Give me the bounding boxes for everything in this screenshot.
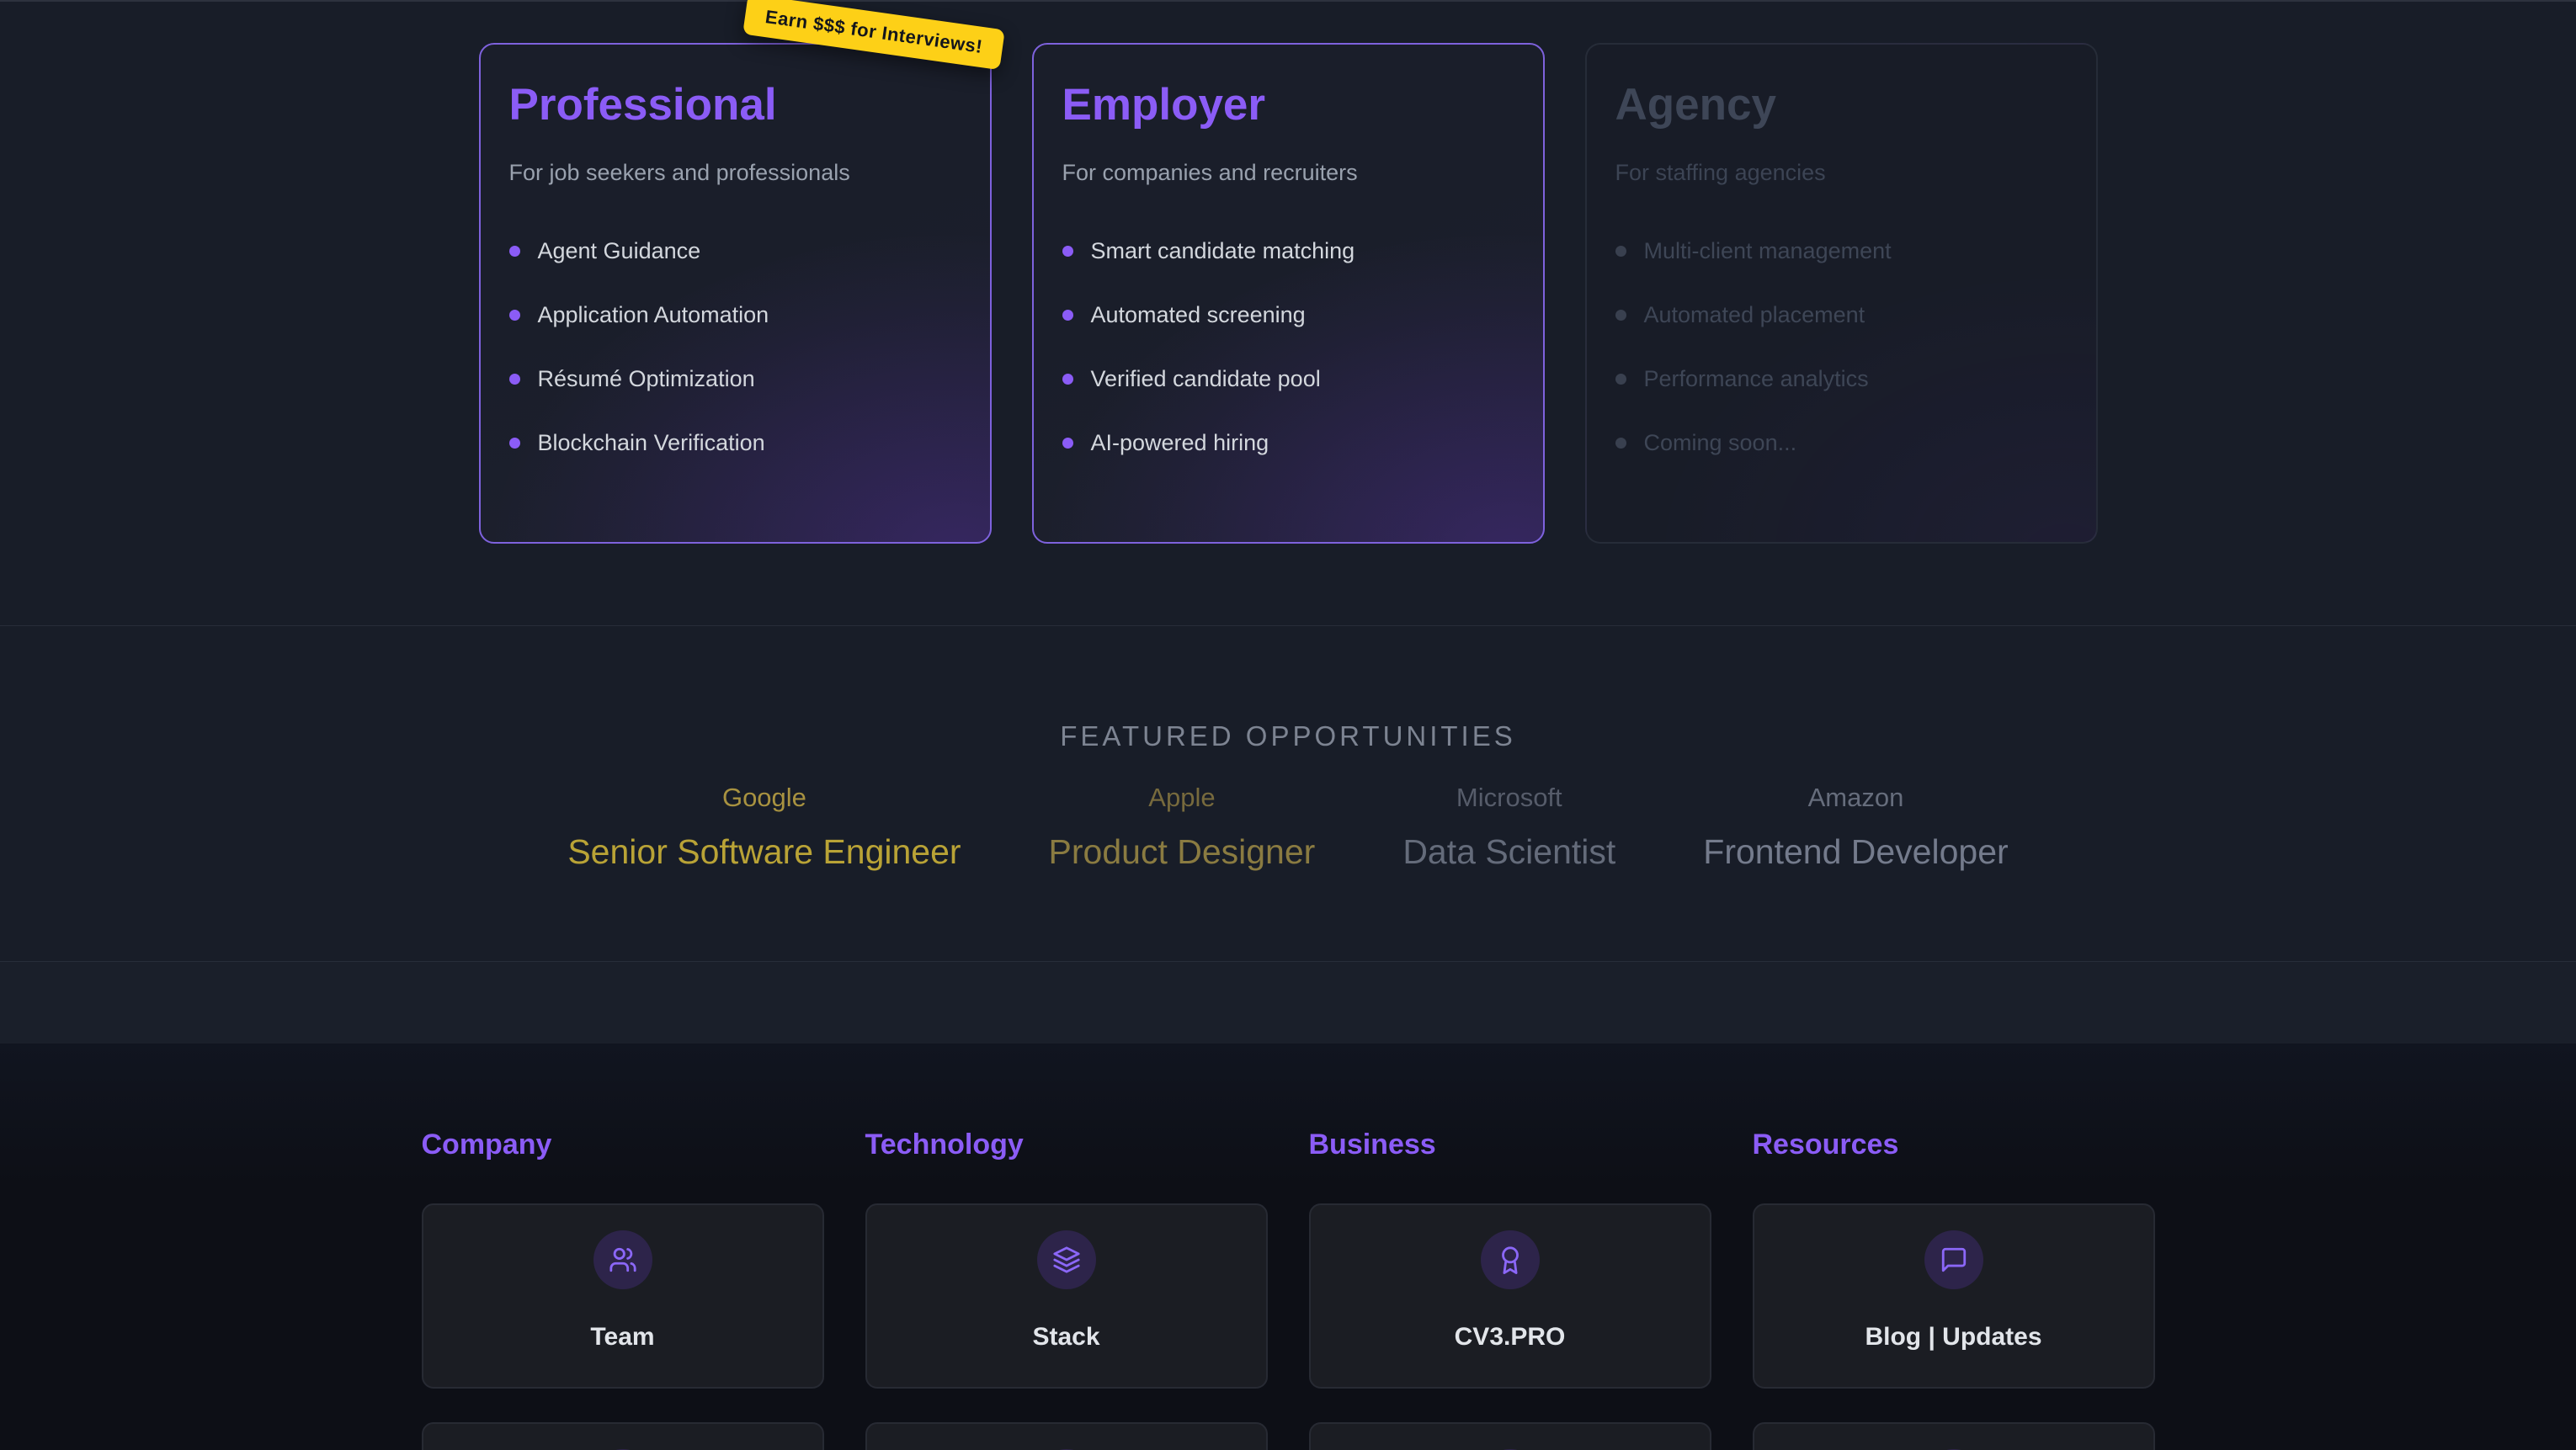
footer-link-team[interactable]: Team [422,1203,824,1389]
plan-feature-label: Agent Guidance [538,238,701,264]
bullet-dot-icon [1062,246,1073,257]
bullet-dot-icon [1062,438,1073,449]
plan-feature: Performance analytics [1615,366,2068,392]
bullet-dot-icon [1615,246,1626,257]
featured-opportunities-section: FEATURED OPPORTUNITIES Google Senior Sof… [0,626,2576,962]
plan-feature-label: Verified candidate pool [1091,366,1321,392]
plan-card-professional[interactable]: Professional For job seekers and profess… [479,43,992,544]
bullet-dot-icon [1062,374,1073,385]
featured-heading: FEATURED OPPORTUNITIES [0,626,2576,752]
footer-col-company: Company Team [422,1128,824,1389]
footer-link-card[interactable] [422,1422,824,1450]
footer-link-blog[interactable]: Blog | Updates [1753,1203,2155,1389]
featured-jobs-row: Google Senior Software Engineer Apple Pr… [0,783,2576,872]
featured-job-google[interactable]: Google Senior Software Engineer [567,783,961,872]
plan-feature: Automated screening [1062,302,1514,328]
icon-circle [1481,1230,1540,1289]
bullet-dot-icon [1615,374,1626,385]
job-role: Product Designer [1049,831,1316,872]
featured-job-apple[interactable]: Apple Product Designer [1049,783,1316,872]
layers-icon [1052,1246,1081,1274]
plan-feature-label: Application Automation [538,302,769,328]
plan-feature: Multi-client management [1615,238,2068,264]
footer-columns: Company Team Technology [0,1128,2576,1389]
footer-col-heading: Company [422,1128,824,1161]
users-icon [609,1246,637,1274]
plan-title: Professional [509,80,961,131]
bullet-dot-icon [1615,438,1626,449]
plan-feature-label: Smart candidate matching [1091,238,1355,264]
top-divider [0,0,2576,2]
plan-title: Employer [1062,80,1514,131]
plan-feature: Application Automation [509,302,961,328]
empty-ticker-strip [0,962,2576,1044]
bullet-dot-icon [1615,310,1626,321]
bullet-dot-icon [509,310,520,321]
plan-feature-label: Performance analytics [1644,366,1869,392]
icon-circle [1924,1230,1983,1289]
bullet-dot-icon [509,246,520,257]
job-role: Senior Software Engineer [567,831,961,872]
footer-links-row-2 [0,1422,2576,1450]
plan-feature: Résumé Optimization [509,366,961,392]
footer-link-stack[interactable]: Stack [865,1203,1268,1389]
plan-feature: Smart candidate matching [1062,238,1514,264]
footer-link-label: Team [590,1323,654,1352]
footer-link-label: Blog | Updates [1865,1323,2041,1352]
job-company: Microsoft [1402,783,1615,813]
icon-circle [593,1230,652,1289]
plan-feature-label: Automated screening [1091,302,1306,328]
landing-page: Earn $$$ for Interviews! Professional Fo… [0,0,2576,1450]
plan-cards-row: Professional For job seekers and profess… [0,0,2576,544]
plan-feature: AI-powered hiring [1062,430,1514,456]
plan-feature-list: Multi-client management Automated placem… [1615,238,2068,456]
plan-feature: Blockchain Verification [509,430,961,456]
plan-feature: Verified candidate pool [1062,366,1514,392]
award-icon [1496,1246,1525,1274]
plan-feature: Coming soon... [1615,430,2068,456]
pricing-plans-section: Earn $$$ for Interviews! Professional Fo… [0,0,2576,626]
plan-feature-label: Coming soon... [1644,430,1797,456]
footer-col-heading: Business [1309,1128,1711,1161]
job-role: Data Scientist [1402,831,1615,872]
footer-link-cv3pro[interactable]: CV3.PRO [1309,1203,1711,1389]
job-company: Google [567,783,961,813]
featured-job-amazon[interactable]: Amazon Frontend Developer [1703,783,2008,872]
bullet-dot-icon [1062,310,1073,321]
job-company: Apple [1049,783,1316,813]
plan-feature: Agent Guidance [509,238,961,264]
plan-feature-list: Smart candidate matching Automated scree… [1062,238,1514,456]
footer-col-business: Business CV3.PRO [1309,1128,1711,1389]
job-role: Frontend Developer [1703,831,2008,872]
footer-link-card[interactable] [1309,1422,1711,1450]
footer-link-card[interactable] [865,1422,1268,1450]
plan-feature-label: AI-powered hiring [1091,430,1269,456]
bullet-dot-icon [509,374,520,385]
footer-col-resources: Resources Blog | Updates [1753,1128,2155,1389]
plan-feature-label: Blockchain Verification [538,430,765,456]
footer-col-heading: Resources [1753,1128,2155,1161]
plan-card-agency: Agency For staffing agencies Multi-clien… [1585,43,2098,544]
icon-circle [1037,1230,1096,1289]
plan-feature-list: Agent Guidance Application Automation Ré… [509,238,961,456]
footer: Company Team Technology [0,1044,2576,1450]
plan-feature-label: Multi-client management [1644,238,1892,264]
plan-subtitle: For companies and recruiters [1062,160,1514,186]
plan-card-employer[interactable]: Employer For companies and recruiters Sm… [1032,43,1545,544]
plan-feature-label: Résumé Optimization [538,366,755,392]
plan-feature: Automated placement [1615,302,2068,328]
plan-feature-label: Automated placement [1644,302,1865,328]
footer-link-label: CV3.PRO [1455,1323,1566,1352]
footer-col-technology: Technology Stack [865,1128,1268,1389]
footer-col-heading: Technology [865,1128,1268,1161]
message-square-icon [1940,1246,1968,1274]
footer-link-label: Stack [1032,1323,1099,1352]
plan-subtitle: For job seekers and professionals [509,160,961,186]
job-company: Amazon [1703,783,2008,813]
bullet-dot-icon [509,438,520,449]
footer-link-card[interactable] [1753,1422,2155,1450]
plan-subtitle: For staffing agencies [1615,160,2068,186]
plan-title: Agency [1615,80,2068,131]
featured-job-microsoft[interactable]: Microsoft Data Scientist [1402,783,1615,872]
